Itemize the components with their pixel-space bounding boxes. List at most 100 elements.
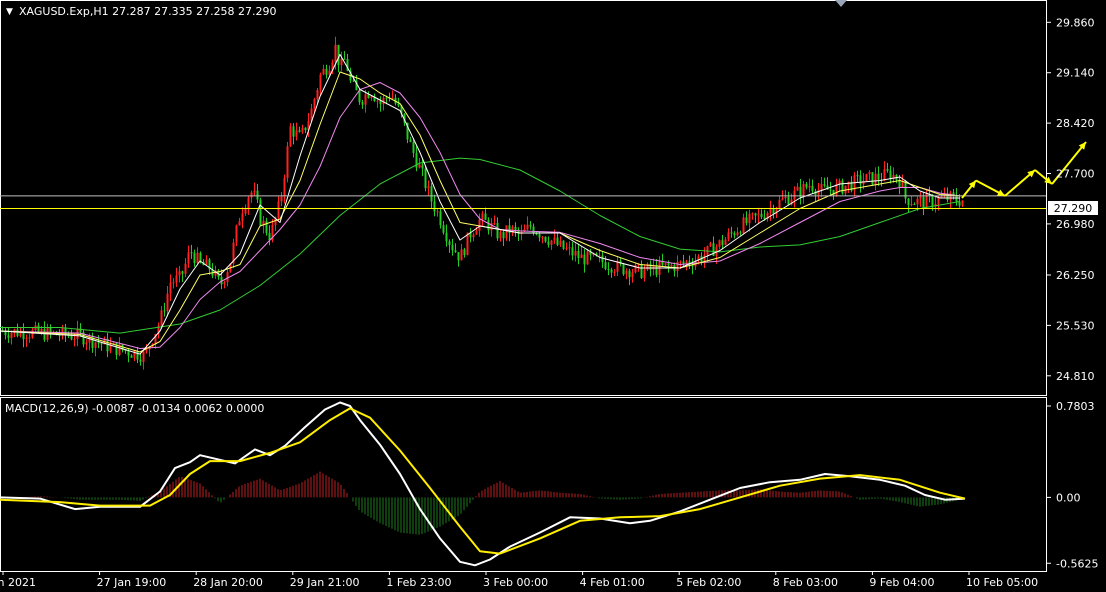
- candle-body: [502, 231, 505, 239]
- candle-body: [781, 198, 784, 200]
- menu-arrow-icon[interactable]: ▼: [6, 7, 13, 17]
- candle-body: [43, 328, 46, 340]
- candle-body: [256, 190, 259, 200]
- symbol-info: XAGUSD.Exp,H1 27.287 27.335 27.258 27.29…: [19, 5, 277, 18]
- candle-body: [739, 232, 742, 234]
- candle-body: [493, 222, 496, 224]
- time-tick-label: 8 Feb 03:00: [773, 576, 838, 589]
- candle-body: [460, 249, 463, 261]
- candle-body: [244, 208, 247, 214]
- candle-body: [499, 231, 502, 239]
- candle-body: [805, 183, 808, 188]
- candle-body: [877, 173, 880, 180]
- candle-body: [577, 250, 580, 259]
- candle-body: [277, 201, 280, 218]
- candle-body: [181, 271, 184, 274]
- time-tick-label: 27 Jan 19:00: [97, 576, 167, 589]
- candle-body: [787, 196, 790, 205]
- macd-info: MACD(12,26,9) -0.0087 -0.0134 0.0062 0.0…: [5, 402, 264, 415]
- candle-body: [376, 100, 379, 102]
- candle-body: [604, 262, 607, 269]
- candle-body: [802, 183, 805, 198]
- candle-body: [724, 239, 727, 245]
- candle-body: [670, 265, 673, 267]
- candle-body: [130, 355, 133, 358]
- price-tick-label: 26.250: [1056, 269, 1095, 282]
- candle-body: [397, 103, 400, 106]
- candle-body: [10, 332, 13, 338]
- candle-body: [136, 350, 139, 360]
- candle-body: [184, 263, 187, 274]
- candle-body: [268, 232, 271, 240]
- candle-body: [505, 225, 508, 239]
- price-tick-label: 29.140: [1056, 67, 1095, 80]
- candle-body: [733, 233, 736, 236]
- candle-body: [634, 264, 637, 273]
- candle-body: [223, 282, 226, 285]
- candle-body: [829, 189, 832, 191]
- candle-body: [199, 252, 202, 262]
- candle-body: [916, 198, 919, 205]
- candle-body: [772, 208, 775, 214]
- candle-body: [937, 197, 940, 204]
- candle-body: [868, 172, 871, 175]
- chart-background: [0, 0, 1106, 592]
- macd-tick-label: -0.5625: [1056, 557, 1098, 570]
- price-tick-label: 25.530: [1056, 319, 1095, 332]
- candle-body: [187, 252, 190, 264]
- candle-body: [778, 199, 781, 209]
- candle-body: [886, 169, 889, 171]
- macd-tick-label: 0.7803: [1056, 400, 1095, 413]
- candle-body: [76, 328, 79, 340]
- candle-body: [352, 80, 355, 82]
- candle-body: [871, 172, 874, 185]
- candle-body: [547, 241, 550, 245]
- candle-body: [760, 213, 763, 218]
- trading-chart[interactable]: 29.860 29.140 28.420 27.700 26.980 26.250 25.5…: [0, 0, 1106, 592]
- price-tick-label: 29.860: [1056, 16, 1095, 29]
- candle-body: [631, 272, 634, 278]
- candle-body: [556, 237, 559, 245]
- candle-body: [643, 269, 646, 278]
- candle-body: [325, 68, 328, 75]
- candle-body: [874, 173, 877, 185]
- candle-body: [472, 234, 475, 238]
- candle-body: [625, 270, 628, 275]
- candle-body: [322, 68, 325, 75]
- candle-body: [865, 174, 868, 182]
- candle-body: [259, 199, 262, 226]
- candle-body: [550, 240, 553, 245]
- candle-body: [445, 232, 448, 242]
- candle-body: [940, 196, 943, 198]
- time-tick-label: 26 Jan 2021: [0, 576, 36, 589]
- time-tick-label: 10 Feb 05:00: [966, 576, 1038, 589]
- candle-body: [679, 261, 682, 263]
- candle-body: [463, 249, 466, 256]
- candle-body: [808, 185, 811, 188]
- candle-body: [286, 146, 289, 178]
- price-tick-label: 26.980: [1056, 218, 1095, 231]
- candle-body: [85, 342, 88, 345]
- time-tick-label: 29 Jan 21:00: [290, 576, 360, 589]
- candle-body: [649, 263, 652, 270]
- candle-body: [535, 233, 538, 235]
- time-tick-label: 4 Feb 01:00: [580, 576, 645, 589]
- candle-body: [607, 268, 610, 270]
- candle-body: [811, 185, 814, 191]
- candle-body: [703, 255, 706, 262]
- candle-body: [289, 126, 292, 147]
- candle-body: [364, 94, 367, 105]
- candle-body: [31, 330, 34, 338]
- candle-body: [343, 58, 346, 60]
- candle-body: [709, 243, 712, 246]
- candle-body: [316, 89, 319, 100]
- candle-body: [142, 351, 145, 362]
- candle-body: [424, 168, 427, 189]
- time-tick-label: 9 Feb 04:00: [869, 576, 934, 589]
- current-price-tag: 27.290: [1048, 201, 1098, 215]
- candle-body: [655, 265, 658, 275]
- candle-body: [667, 263, 670, 266]
- candle-body: [37, 325, 40, 333]
- candle-body: [481, 213, 484, 220]
- candle-body: [97, 342, 100, 344]
